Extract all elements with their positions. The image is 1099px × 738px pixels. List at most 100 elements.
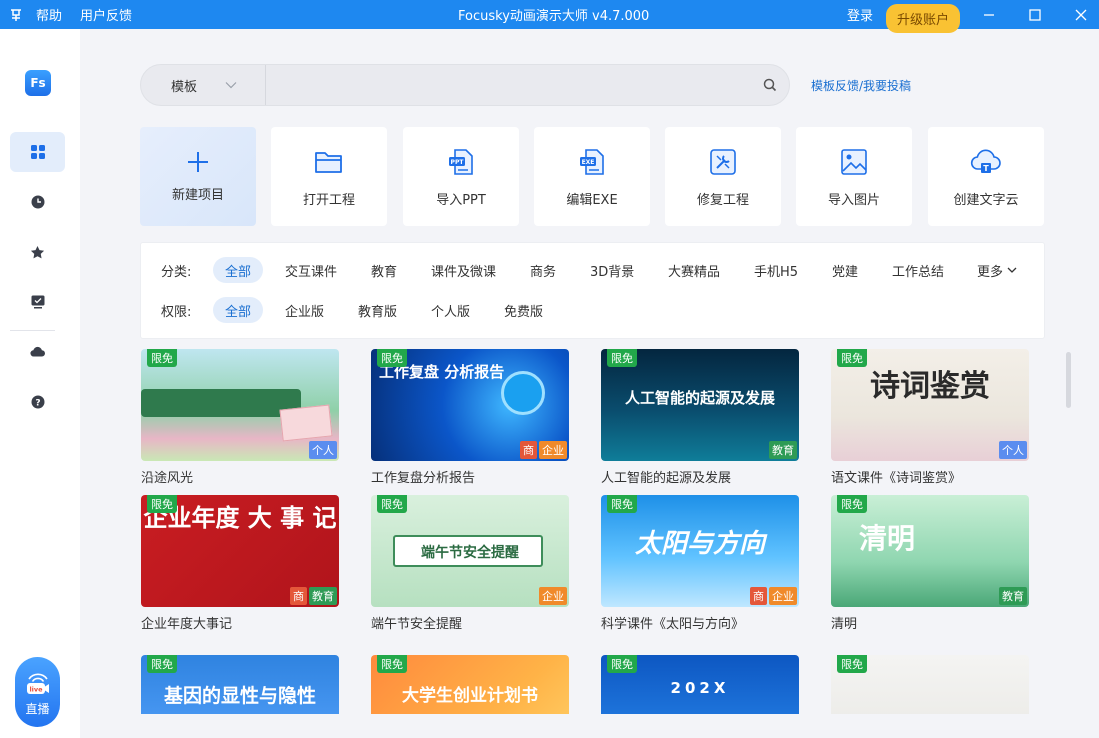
search-input[interactable]: [271, 73, 751, 97]
template-title: 工作复盘分析报告: [371, 471, 476, 486]
create-word-cloud-label: 创建文字云: [953, 193, 1019, 208]
permission-chip-all[interactable]: 全部: [213, 297, 264, 323]
category-label: 分类:: [161, 264, 192, 280]
grid-scrollbar[interactable]: [1066, 352, 1071, 408]
import-ppt-card[interactable]: PPT 导入PPT: [403, 127, 519, 226]
template-thumbnail: 太阳与方向 限免 商企业: [601, 495, 799, 607]
limited-free-badge: 限免: [837, 655, 867, 673]
ppt-file-icon: PPT: [447, 147, 475, 177]
svg-text:EXE: EXE: [582, 159, 595, 166]
permission-chip-education[interactable]: 教育版: [358, 297, 397, 323]
category-chip-contest[interactable]: 大赛精品: [668, 257, 720, 283]
template-card[interactable]: 企业年度 大 事 记 限免 商教育 企业年度大事记: [141, 495, 339, 632]
folder-icon: [314, 147, 344, 177]
live-label: 直播: [25, 702, 50, 716]
app-menu-icon[interactable]: [9, 0, 23, 29]
template-thumbnail: 限免: [831, 655, 1029, 714]
search-category-label: 模板: [171, 79, 198, 95]
user-feedback-menu[interactable]: 用户反馈: [80, 0, 132, 29]
template-card[interactable]: 端午节安全提醒 限免 企业 端午节安全提醒: [371, 495, 569, 632]
tag-badge: 企业: [539, 587, 567, 605]
sidebar-item-recent[interactable]: [10, 182, 65, 222]
template-thumbnail: 诗词鉴赏 限免 个人: [831, 349, 1029, 461]
template-card[interactable]: 诗词鉴赏 限免 个人 语文课件《诗词鉴赏》: [831, 349, 1029, 486]
template-card[interactable]: 工作复盘 分析报告 限免 商企业 工作复盘分析报告: [371, 349, 569, 486]
template-card[interactable]: 限免 个人 沿途风光: [141, 349, 339, 486]
limited-free-badge: 限免: [147, 349, 177, 367]
import-ppt-label: 导入PPT: [436, 193, 486, 208]
chevron-down-icon: [1007, 267, 1017, 273]
repair-project-label: 修复工程: [696, 193, 749, 208]
category-chip-business[interactable]: 商务: [530, 257, 556, 283]
cloud-icon: [30, 346, 45, 357]
tag-badge: 商: [520, 441, 537, 459]
limited-free-badge: 限免: [377, 495, 407, 513]
thumb-title: 人工智能的起源及发展: [624, 389, 775, 407]
tag-badge: 个人: [309, 441, 337, 459]
help-menu[interactable]: 帮助: [36, 0, 62, 29]
template-thumbnail: 202X 限免: [601, 655, 799, 714]
template-card[interactable]: 人工智能的起源及发展 限免 教育 人工智能的起源及发展: [601, 349, 799, 486]
edit-exe-card[interactable]: EXE 编辑EXE: [534, 127, 650, 226]
category-chip-work-summary[interactable]: 工作总结: [892, 257, 944, 283]
template-card[interactable]: 限免: [831, 655, 1029, 714]
template-card[interactable]: 基因的显性与隐性 限免: [141, 655, 339, 714]
maximize-icon[interactable]: [1029, 0, 1041, 29]
permission-chip-free[interactable]: 免费版: [504, 297, 543, 323]
limited-free-badge: 限免: [607, 349, 637, 367]
tag-badge: 商: [290, 587, 307, 605]
template-title: 人工智能的起源及发展: [601, 471, 732, 486]
category-chip-interactive[interactable]: 交互课件: [285, 257, 337, 283]
template-title: 清明: [831, 617, 858, 632]
close-icon[interactable]: [1075, 0, 1087, 29]
sidebar-item-help[interactable]: ?: [10, 382, 65, 422]
thumb-title: 诗词鉴赏: [870, 369, 990, 404]
category-chip-party[interactable]: 党建: [832, 257, 858, 283]
plus-icon: [186, 147, 210, 177]
category-chip-all[interactable]: 全部: [213, 257, 264, 283]
category-chip-mobile-h5[interactable]: 手机H5: [754, 257, 798, 283]
thumb-title: 清明: [859, 522, 916, 555]
grid-icon: [30, 145, 45, 159]
category-chip-courseware[interactable]: 课件及微课: [431, 257, 496, 283]
thumb-title: 基因的显性与隐性: [163, 685, 316, 707]
limited-free-badge: 限免: [377, 655, 407, 673]
permission-chip-enterprise[interactable]: 企业版: [285, 297, 324, 323]
upgrade-account-button[interactable]: 升级账户: [886, 4, 961, 33]
tag-badge: 企业: [769, 587, 797, 605]
thumb-title: 端午节安全提醒: [421, 545, 519, 561]
import-image-card[interactable]: 导入图片: [796, 127, 912, 226]
template-title: 沿途风光: [141, 471, 194, 486]
permission-chip-personal[interactable]: 个人版: [431, 297, 470, 323]
search-icon[interactable]: [763, 77, 777, 96]
sidebar-item-cloud[interactable]: [10, 331, 65, 371]
login-button[interactable]: 登录: [847, 0, 873, 29]
sidebar-item-tasks[interactable]: [10, 282, 65, 322]
category-chip-3d-background[interactable]: 3D背景: [590, 257, 634, 283]
sidebar-item-templates[interactable]: [10, 132, 65, 172]
template-card[interactable]: 202X 限免: [601, 655, 799, 714]
template-thumbnail: 清明 限免 教育: [831, 495, 1029, 607]
open-project-card[interactable]: 打开工程: [271, 127, 387, 226]
tag-badge: 企业: [539, 441, 567, 459]
repair-project-card[interactable]: 修复工程: [665, 127, 781, 226]
live-camera-icon: live: [26, 673, 49, 694]
live-stream-button[interactable]: live 直播: [15, 657, 60, 727]
image-icon: [840, 147, 868, 177]
category-more-button[interactable]: 更多: [977, 257, 1017, 283]
new-project-card[interactable]: 新建项目: [140, 127, 256, 226]
clock-icon: [31, 195, 44, 209]
category-chip-education[interactable]: 教育: [371, 257, 397, 283]
template-title: 科学课件《太阳与方向》: [601, 617, 745, 632]
template-card[interactable]: 太阳与方向 限免 商企业 科学课件《太阳与方向》: [601, 495, 799, 632]
tag-badge: 教育: [309, 587, 337, 605]
template-card[interactable]: 清明 限免 教育 清明: [831, 495, 1029, 632]
sidebar-item-favorites[interactable]: [10, 232, 65, 272]
template-feedback-link[interactable]: 模板反馈/我要投稿: [811, 77, 911, 94]
search-category-select[interactable]: 模板: [141, 65, 265, 105]
minimize-icon[interactable]: [983, 0, 995, 29]
create-word-cloud-card[interactable]: T 创建文字云: [928, 127, 1044, 226]
thumb-title: 202X: [670, 679, 730, 697]
template-search-bar: 模板: [140, 64, 790, 106]
template-card[interactable]: 大学生创业计划书 限免: [371, 655, 569, 714]
